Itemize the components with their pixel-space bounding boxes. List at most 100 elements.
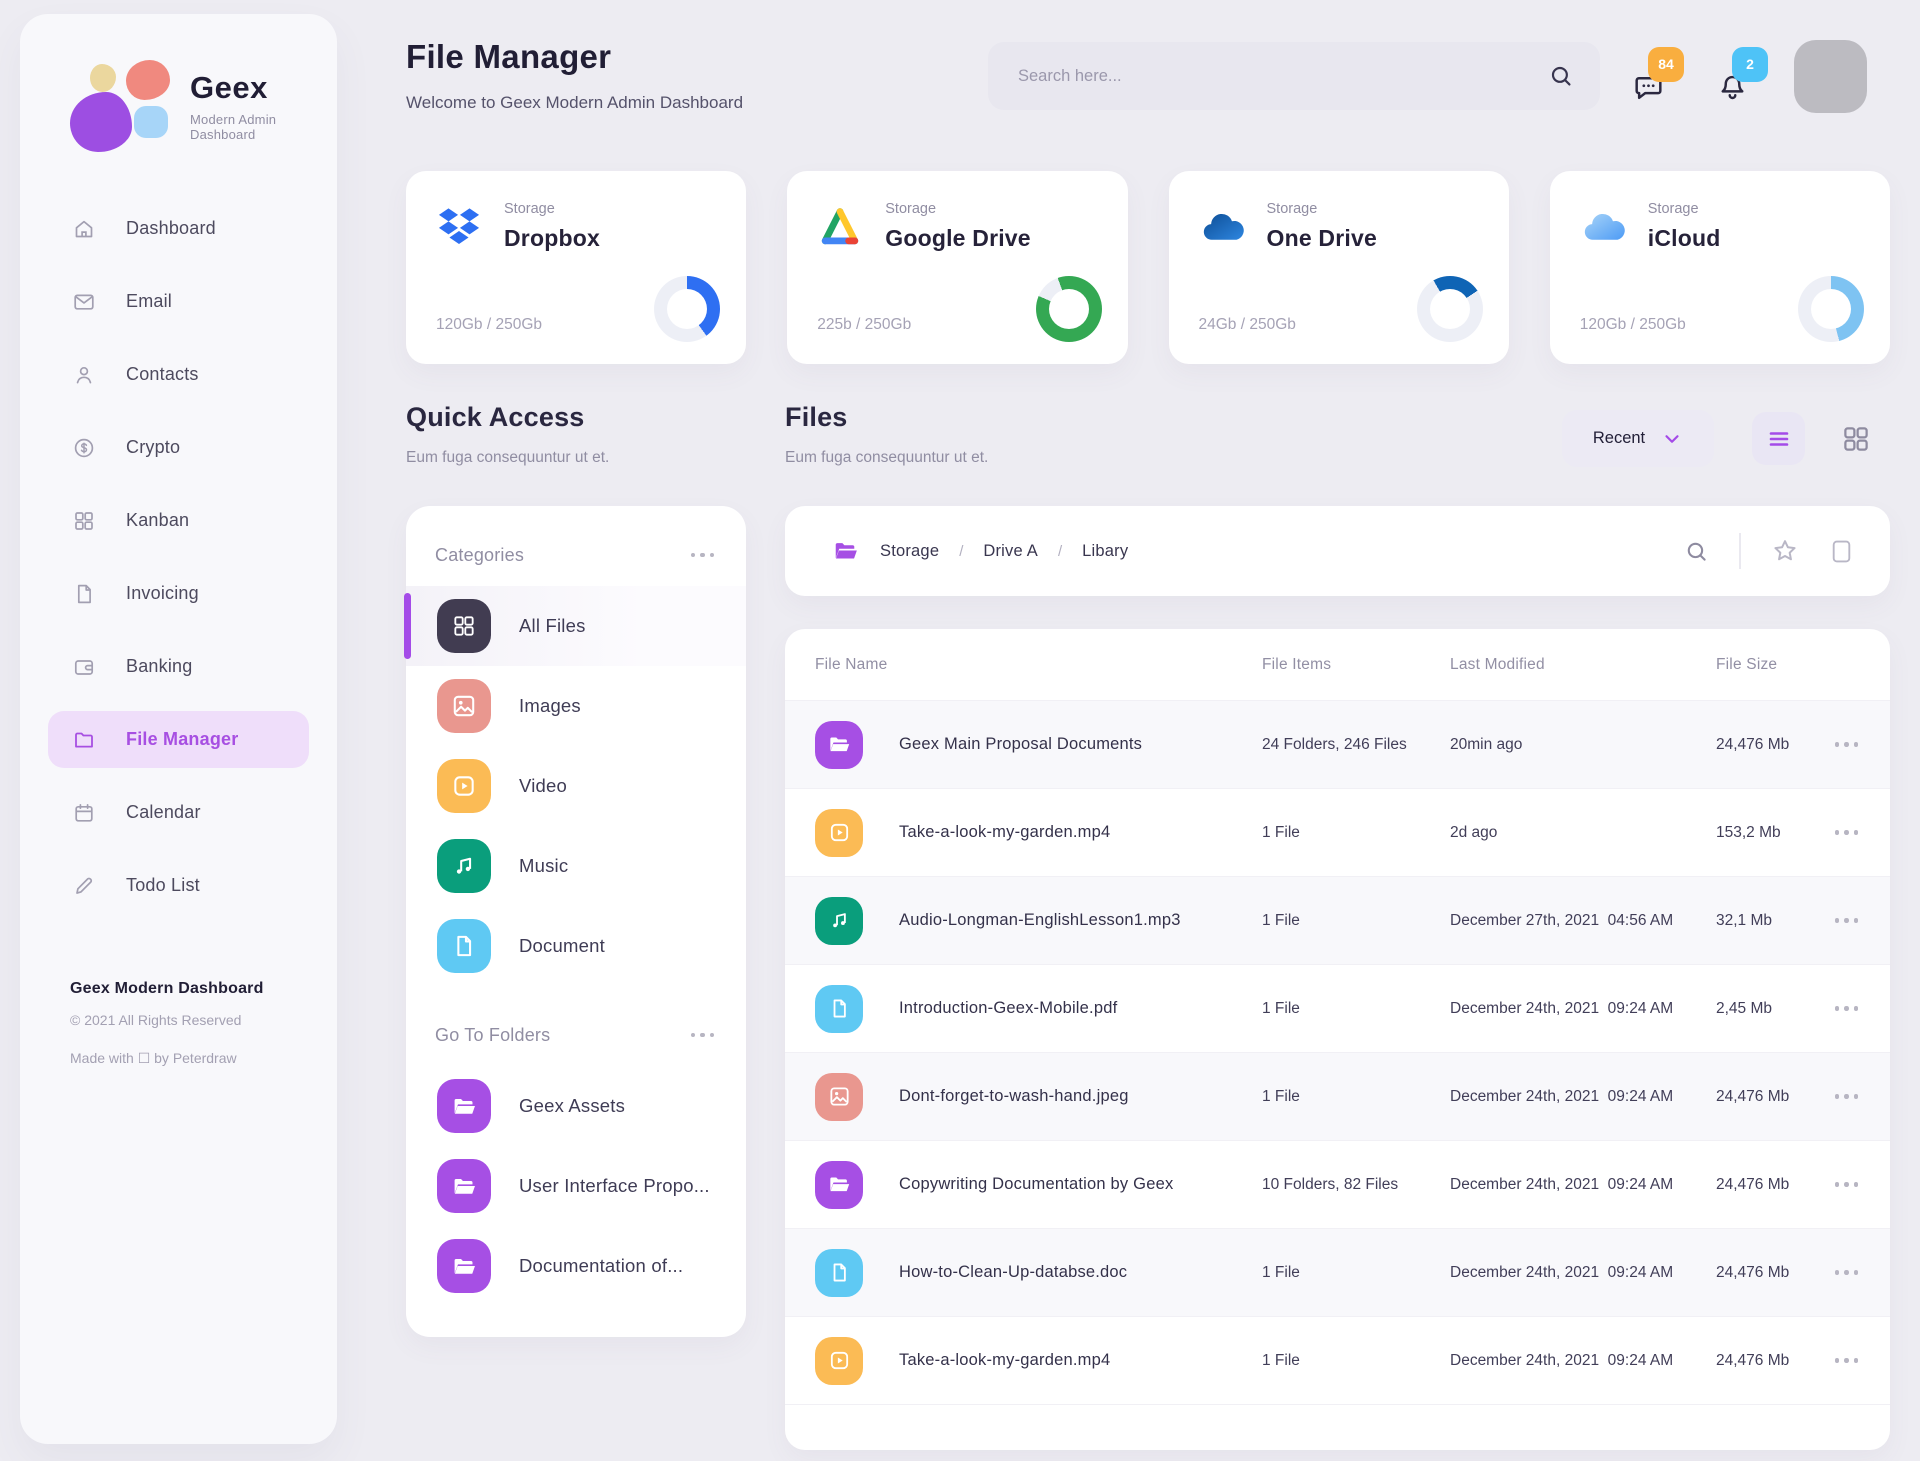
- music-icon: [437, 839, 491, 893]
- sidebar-item-contacts[interactable]: Contacts: [48, 346, 309, 403]
- category-music[interactable]: Music: [406, 826, 746, 906]
- table-row[interactable]: Geex Main Proposal Documents 24 Folders,…: [785, 700, 1890, 788]
- folder-open-icon: [437, 1239, 491, 1293]
- row-menu-button[interactable]: [1833, 1088, 1861, 1105]
- sidebar-item-email[interactable]: Email: [48, 273, 309, 330]
- images-icon: [437, 679, 491, 733]
- file-size: 32,1 Mb: [1716, 912, 1830, 930]
- file-type-document-icon: [815, 1249, 863, 1297]
- sidebar-item-banking[interactable]: Banking: [48, 638, 309, 695]
- storage-card-google-drive[interactable]: Storage Google Drive 225b / 250Gb: [787, 171, 1127, 364]
- last-modified: December 24th, 2021 09:24 AM: [1450, 1176, 1716, 1194]
- table-row[interactable]: Dont-forget-to-wash-hand.jpeg 1 File Dec…: [785, 1052, 1890, 1140]
- breadcrumb-separator: /: [959, 543, 963, 560]
- sidebar-item-kanban[interactable]: Kanban: [48, 492, 309, 549]
- pencil-icon: [72, 874, 96, 898]
- row-menu-button[interactable]: [1833, 1352, 1861, 1369]
- select-frame-icon[interactable]: [1829, 539, 1854, 564]
- sidebar-item-label: Todo List: [126, 875, 200, 896]
- table-row[interactable]: Audio-Longman-EnglishLesson1.mp3 1 File …: [785, 876, 1890, 964]
- search-icon[interactable]: [1548, 63, 1574, 89]
- storage-card-one-drive[interactable]: Storage One Drive 24Gb / 250Gb: [1169, 171, 1509, 364]
- notifications-button[interactable]: 2: [1716, 71, 1750, 105]
- table-row[interactable]: Take-a-look-my-garden.mp4 1 File Decembe…: [785, 1316, 1890, 1404]
- file-size: 24,476 Mb: [1716, 1176, 1830, 1194]
- sidebar-footer: Geex Modern Dashboard © 2021 All Rights …: [70, 980, 264, 1067]
- folder-shortcut-label: User Interface Propo...: [519, 1175, 710, 1197]
- folders-menu-button[interactable]: [689, 1027, 717, 1044]
- row-menu-button[interactable]: [1833, 1264, 1861, 1281]
- logo-blob-salmon: [126, 60, 170, 100]
- category-all-files[interactable]: All Files: [406, 586, 746, 666]
- last-modified: December 24th, 2021 09:24 AM: [1450, 1264, 1716, 1282]
- category-images[interactable]: Images: [406, 666, 746, 746]
- icloud-icon: [1580, 205, 1626, 247]
- folder-shortcut-geex-assets[interactable]: Geex Assets: [406, 1066, 746, 1146]
- file-items: 24 Folders, 246 Files: [1262, 736, 1450, 754]
- google-drive-icon: [817, 205, 863, 247]
- chat-button[interactable]: 84: [1632, 71, 1666, 105]
- sidebar-item-invoicing[interactable]: Invoicing: [48, 565, 309, 622]
- table-row[interactable]: Copywriting Documentation by Geex 10 Fol…: [785, 1140, 1890, 1228]
- file-items: 1 File: [1262, 824, 1450, 842]
- table-row[interactable]: Introduction-Geex-Mobile.pdf 1 File Dece…: [785, 964, 1890, 1052]
- file-icon: [72, 582, 96, 606]
- row-menu-button[interactable]: [1833, 1176, 1861, 1193]
- sidebar-item-todo-list[interactable]: Todo List: [48, 857, 309, 914]
- wallet-icon: [72, 655, 96, 679]
- user-avatar[interactable]: [1794, 40, 1867, 113]
- breadcrumb-item-storage[interactable]: Storage: [880, 542, 939, 561]
- file-name: Geex Main Proposal Documents: [899, 735, 1142, 754]
- sidebar-item-crypto[interactable]: Crypto: [48, 419, 309, 476]
- calendar-icon: [72, 801, 96, 825]
- row-menu-button[interactable]: [1833, 1000, 1861, 1017]
- row-menu-button[interactable]: [1833, 736, 1861, 753]
- sidebar-item-dashboard[interactable]: Dashboard: [48, 200, 309, 257]
- sidebar-item-file-manager[interactable]: File Manager: [48, 711, 309, 768]
- file-manager-app: { "app": { "name": "Geex", "tagline": "M…: [0, 0, 1920, 1461]
- page-subtitle: Welcome to Geex Modern Admin Dashboard: [406, 93, 743, 113]
- categories-menu-button[interactable]: [689, 547, 717, 564]
- sidebar-item-label: Calendar: [126, 802, 201, 823]
- table-row[interactable]: Take-a-look-my-garden.mp4 1 File 2d ago …: [785, 788, 1890, 876]
- category-label: Video: [519, 775, 567, 797]
- app-tagline: Modern Admin Dashboard: [190, 112, 337, 142]
- last-modified: December 27th, 2021 04:56 AM: [1450, 912, 1716, 930]
- logo-blob-purple: [70, 92, 132, 152]
- storage-card-icloud[interactable]: Storage iCloud 120Gb / 250Gb: [1550, 171, 1890, 364]
- list-view-icon: [1767, 427, 1791, 451]
- folder-icon: [72, 728, 96, 752]
- footer-copyright: © 2021 All Rights Reserved: [70, 1012, 264, 1028]
- file-size: 24,476 Mb: [1716, 1264, 1830, 1282]
- category-video[interactable]: Video: [406, 746, 746, 826]
- table-row[interactable]: How-to-Clean-Up-databse.doc 1 File Decem…: [785, 1228, 1890, 1316]
- chat-badge: 84: [1648, 47, 1684, 82]
- folder-shortcut-documentation[interactable]: Documentation of...: [406, 1226, 746, 1306]
- search-input[interactable]: [1018, 67, 1548, 86]
- breadcrumb-item-drive-a[interactable]: Drive A: [983, 542, 1038, 561]
- sidebar-item-calendar[interactable]: Calendar: [48, 784, 309, 841]
- sidebar-item-label: Email: [126, 291, 172, 312]
- file-type-video-icon: [815, 1337, 863, 1385]
- last-modified: December 24th, 2021 09:24 AM: [1450, 1352, 1716, 1370]
- sidebar-item-label: File Manager: [126, 729, 238, 750]
- storage-usage: 120Gb / 250Gb: [1580, 316, 1686, 334]
- row-menu-button[interactable]: [1833, 912, 1861, 929]
- go-to-folders-title: Go To Folders: [435, 1025, 550, 1046]
- files-subtitle: Eum fuga consequuntur ut et.: [785, 449, 988, 467]
- grid-view-button[interactable]: [1841, 424, 1871, 454]
- storage-card-dropbox[interactable]: Storage Dropbox 120Gb / 250Gb: [406, 171, 746, 364]
- folder-shortcut-user-interface[interactable]: User Interface Propo...: [406, 1146, 746, 1226]
- row-menu-button[interactable]: [1833, 824, 1861, 841]
- quick-access-subtitle: Eum fuga consequuntur ut et.: [406, 449, 609, 467]
- storage-usage: 24Gb / 250Gb: [1199, 316, 1296, 334]
- list-view-button[interactable]: [1752, 412, 1805, 465]
- star-icon[interactable]: [1771, 537, 1799, 565]
- search-files-icon[interactable]: [1684, 539, 1709, 564]
- file-items: 10 Folders, 82 Files: [1262, 1176, 1450, 1194]
- category-document[interactable]: Document: [406, 906, 746, 986]
- sort-dropdown[interactable]: Recent: [1562, 410, 1714, 467]
- header-actions: 84 2: [1632, 40, 1867, 113]
- breadcrumb-item-libary[interactable]: Libary: [1082, 542, 1128, 561]
- category-label: Images: [519, 695, 581, 717]
